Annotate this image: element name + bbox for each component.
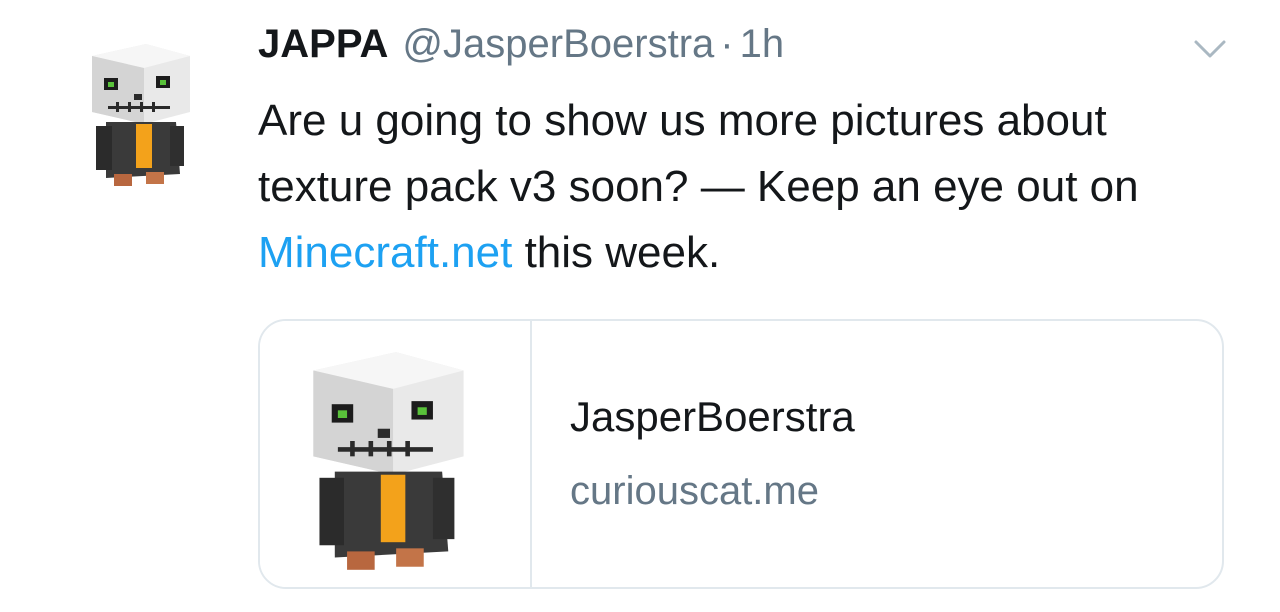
minecraft-skeleton-icon bbox=[92, 44, 190, 186]
author-name[interactable]: JAPPA bbox=[258, 22, 388, 66]
author-avatar[interactable] bbox=[86, 42, 198, 192]
separator-dot: · bbox=[720, 22, 734, 66]
minecraft-link[interactable]: Minecraft.net bbox=[258, 228, 512, 277]
tweet-text-part1: Are u going to show us more pictures abo… bbox=[258, 96, 1139, 211]
card-title: JasperBoerstra bbox=[570, 393, 855, 440]
card-domain: curiouscat.me bbox=[570, 469, 819, 513]
link-preview-card[interactable]: JasperBoerstra curiouscat.me bbox=[258, 319, 1224, 589]
author-handle[interactable]: @JasperBoerstra bbox=[402, 22, 714, 66]
tweet-timestamp[interactable]: 1h bbox=[740, 22, 785, 66]
minecraft-skeleton-icon bbox=[313, 352, 464, 570]
tweet-menu-button[interactable] bbox=[1190, 34, 1230, 64]
tweet-text: Are u going to show us more pictures abo… bbox=[258, 88, 1218, 286]
chevron-down-icon bbox=[1194, 40, 1226, 58]
card-thumbnail bbox=[260, 321, 532, 587]
tweet-header: JAPPA @JasperBoerstra · 1h bbox=[258, 22, 784, 78]
tweet-text-part2: this week. bbox=[512, 228, 721, 277]
